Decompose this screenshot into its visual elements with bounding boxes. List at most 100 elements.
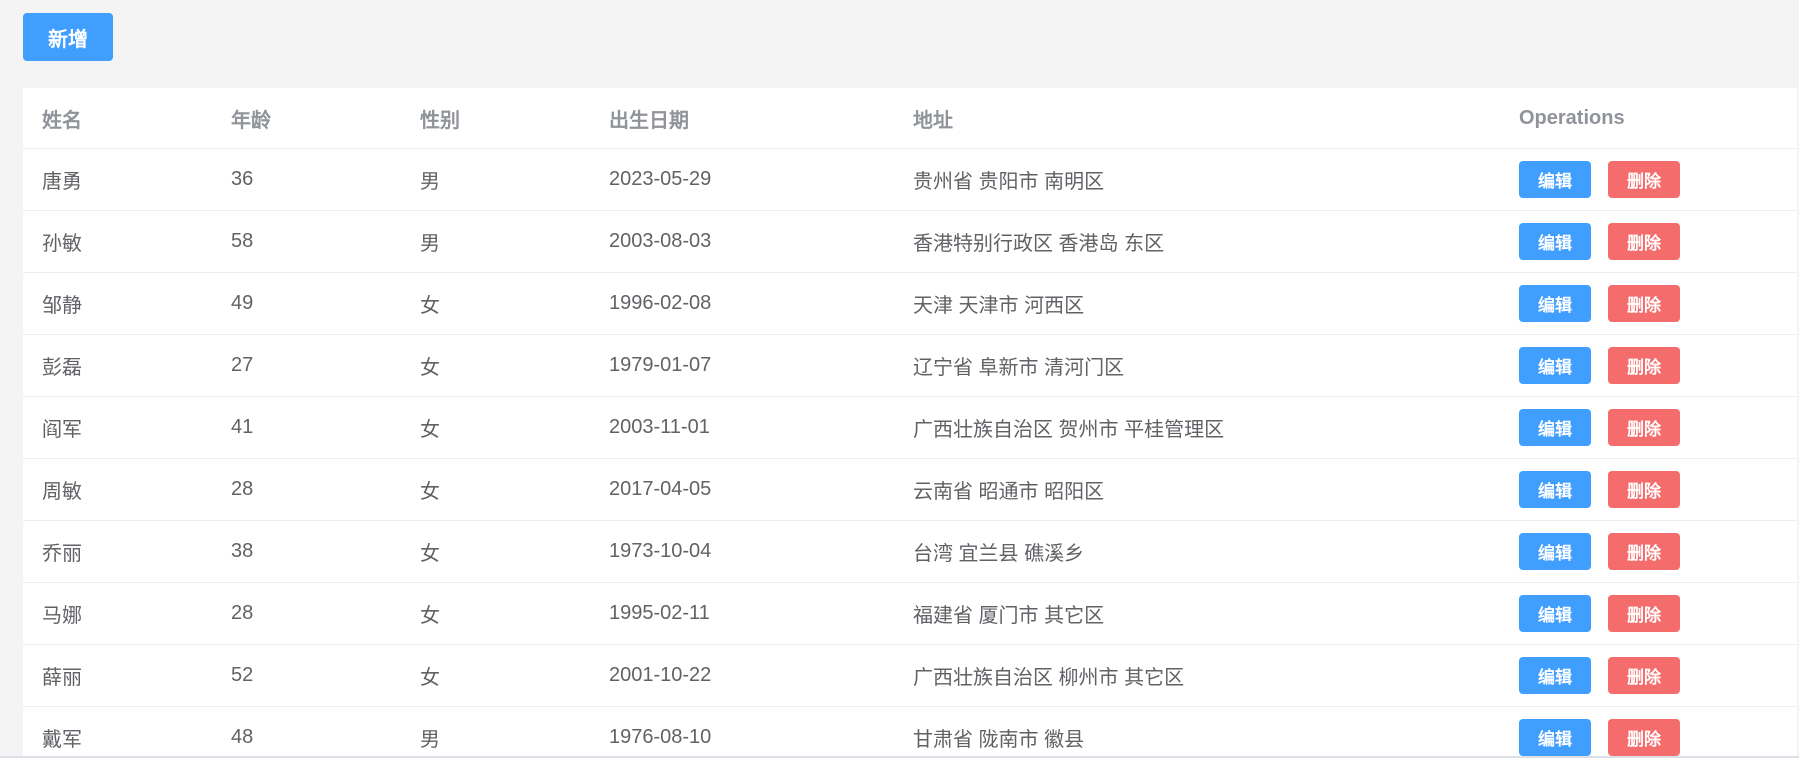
edit-button[interactable]: 编辑 xyxy=(1519,595,1591,632)
cell-gender: 女 xyxy=(401,644,590,707)
cell-age: 28 xyxy=(212,582,401,645)
column-header-gender: 性别 xyxy=(401,88,590,149)
cell-birth-date: 1979-01-07 xyxy=(590,334,894,397)
cell-name: 周敏 xyxy=(23,458,212,521)
cell-operations: 编辑 删除 xyxy=(1500,272,1797,335)
cell-age: 36 xyxy=(212,148,401,211)
delete-button[interactable]: 删除 xyxy=(1608,657,1680,694)
table-body: 唐勇 36 男 2023-05-29 贵州省 贵阳市 南明区 编辑 删除 孙敏 58 男 2003-… xyxy=(23,148,1797,758)
cell-gender: 女 xyxy=(401,272,590,335)
delete-button[interactable]: 删除 xyxy=(1608,161,1680,198)
cell-birth-date: 2003-08-03 xyxy=(590,210,894,273)
column-header-age: 年龄 xyxy=(212,88,401,149)
delete-button[interactable]: 删除 xyxy=(1608,285,1680,322)
cell-gender: 女 xyxy=(401,396,590,459)
cell-address: 福建省 厦门市 其它区 xyxy=(894,582,1500,645)
cell-name: 唐勇 xyxy=(23,148,212,211)
cell-operations: 编辑 删除 xyxy=(1500,458,1797,521)
cell-age: 41 xyxy=(212,396,401,459)
table-row: 阎军 41 女 2003-11-01 广西壮族自治区 贺州市 平桂管理区 编辑 删除 xyxy=(23,396,1797,459)
delete-button[interactable]: 删除 xyxy=(1608,595,1680,632)
cell-name: 阎军 xyxy=(23,396,212,459)
user-table-container: 姓名 年龄 性别 出生日期 地址 Operations 唐勇 36 男 2023-05… xyxy=(23,88,1797,758)
cell-birth-date: 2003-11-01 xyxy=(590,396,894,459)
cell-operations: 编辑 删除 xyxy=(1500,706,1797,758)
cell-address: 辽宁省 阜新市 清河门区 xyxy=(894,334,1500,397)
cell-gender: 女 xyxy=(401,458,590,521)
edit-button[interactable]: 编辑 xyxy=(1519,347,1591,384)
edit-button[interactable]: 编辑 xyxy=(1519,719,1591,756)
cell-age: 38 xyxy=(212,520,401,583)
table-header-row: 姓名 年龄 性别 出生日期 地址 Operations xyxy=(23,88,1797,149)
cell-address: 广西壮族自治区 贺州市 平桂管理区 xyxy=(894,396,1500,459)
cell-address: 云南省 昭通市 昭阳区 xyxy=(894,458,1500,521)
cell-operations: 编辑 删除 xyxy=(1500,520,1797,583)
cell-operations: 编辑 删除 xyxy=(1500,334,1797,397)
cell-age: 48 xyxy=(212,706,401,758)
cell-age: 58 xyxy=(212,210,401,273)
cell-operations: 编辑 删除 xyxy=(1500,644,1797,707)
cell-address: 台湾 宜兰县 礁溪乡 xyxy=(894,520,1500,583)
add-button[interactable]: 新增 xyxy=(23,13,113,61)
edit-button[interactable]: 编辑 xyxy=(1519,409,1591,446)
cell-gender: 女 xyxy=(401,334,590,397)
column-header-name: 姓名 xyxy=(23,88,212,149)
cell-name: 马娜 xyxy=(23,582,212,645)
cell-address: 天津 天津市 河西区 xyxy=(894,272,1500,335)
cell-birth-date: 1996-02-08 xyxy=(590,272,894,335)
cell-operations: 编辑 删除 xyxy=(1500,148,1797,211)
cell-age: 27 xyxy=(212,334,401,397)
table-row: 周敏 28 女 2017-04-05 云南省 昭通市 昭阳区 编辑 删除 xyxy=(23,458,1797,521)
delete-button[interactable]: 删除 xyxy=(1608,409,1680,446)
cell-gender: 男 xyxy=(401,706,590,758)
cell-name: 孙敏 xyxy=(23,210,212,273)
edit-button[interactable]: 编辑 xyxy=(1519,657,1591,694)
table-header: 姓名 年龄 性别 出生日期 地址 Operations xyxy=(23,88,1797,149)
cell-operations: 编辑 删除 xyxy=(1500,210,1797,273)
cell-gender: 男 xyxy=(401,148,590,211)
cell-address: 贵州省 贵阳市 南明区 xyxy=(894,148,1500,211)
table-row: 乔丽 38 女 1973-10-04 台湾 宜兰县 礁溪乡 编辑 删除 xyxy=(23,520,1797,583)
column-header-address: 地址 xyxy=(894,88,1500,149)
table-row: 邹静 49 女 1996-02-08 天津 天津市 河西区 编辑 删除 xyxy=(23,272,1797,335)
cell-name: 乔丽 xyxy=(23,520,212,583)
cell-birth-date: 1973-10-04 xyxy=(590,520,894,583)
delete-button[interactable]: 删除 xyxy=(1608,471,1680,508)
cell-operations: 编辑 删除 xyxy=(1500,396,1797,459)
cell-address: 香港特别行政区 香港岛 东区 xyxy=(894,210,1500,273)
table-row: 薛丽 52 女 2001-10-22 广西壮族自治区 柳州市 其它区 编辑 删除 xyxy=(23,644,1797,707)
table-row: 孙敏 58 男 2003-08-03 香港特别行政区 香港岛 东区 编辑 删除 xyxy=(23,210,1797,273)
edit-button[interactable]: 编辑 xyxy=(1519,161,1591,198)
delete-button[interactable]: 删除 xyxy=(1608,719,1680,756)
edit-button[interactable]: 编辑 xyxy=(1519,223,1591,260)
cell-name: 彭磊 xyxy=(23,334,212,397)
column-header-operations: Operations xyxy=(1500,88,1797,149)
cell-birth-date: 2017-04-05 xyxy=(590,458,894,521)
edit-button[interactable]: 编辑 xyxy=(1519,533,1591,570)
table-row: 唐勇 36 男 2023-05-29 贵州省 贵阳市 南明区 编辑 删除 xyxy=(23,148,1797,211)
cell-birth-date: 2023-05-29 xyxy=(590,148,894,211)
cell-gender: 男 xyxy=(401,210,590,273)
column-header-birth-date: 出生日期 xyxy=(590,88,894,149)
cell-operations: 编辑 删除 xyxy=(1500,582,1797,645)
table-row: 马娜 28 女 1995-02-11 福建省 厦门市 其它区 编辑 删除 xyxy=(23,582,1797,645)
cell-birth-date: 2001-10-22 xyxy=(590,644,894,707)
cell-birth-date: 1976-08-10 xyxy=(590,706,894,758)
cell-gender: 女 xyxy=(401,582,590,645)
user-table: 姓名 年龄 性别 出生日期 地址 Operations 唐勇 36 男 2023-05… xyxy=(23,88,1797,758)
cell-age: 28 xyxy=(212,458,401,521)
cell-name: 邹静 xyxy=(23,272,212,335)
delete-button[interactable]: 删除 xyxy=(1608,347,1680,384)
edit-button[interactable]: 编辑 xyxy=(1519,285,1591,322)
cell-age: 52 xyxy=(212,644,401,707)
page: 新增 姓名 年龄 性别 出生日期 地址 Operations 唐勇 36 男 2023… xyxy=(0,0,1799,758)
cell-name: 戴军 xyxy=(23,706,212,758)
delete-button[interactable]: 删除 xyxy=(1608,533,1680,570)
edit-button[interactable]: 编辑 xyxy=(1519,471,1591,508)
cell-address: 广西壮族自治区 柳州市 其它区 xyxy=(894,644,1500,707)
cell-birth-date: 1995-02-11 xyxy=(590,582,894,645)
table-row: 戴军 48 男 1976-08-10 甘肃省 陇南市 徽县 编辑 删除 xyxy=(23,706,1797,758)
delete-button[interactable]: 删除 xyxy=(1608,223,1680,260)
cell-gender: 女 xyxy=(401,520,590,583)
cell-name: 薛丽 xyxy=(23,644,212,707)
